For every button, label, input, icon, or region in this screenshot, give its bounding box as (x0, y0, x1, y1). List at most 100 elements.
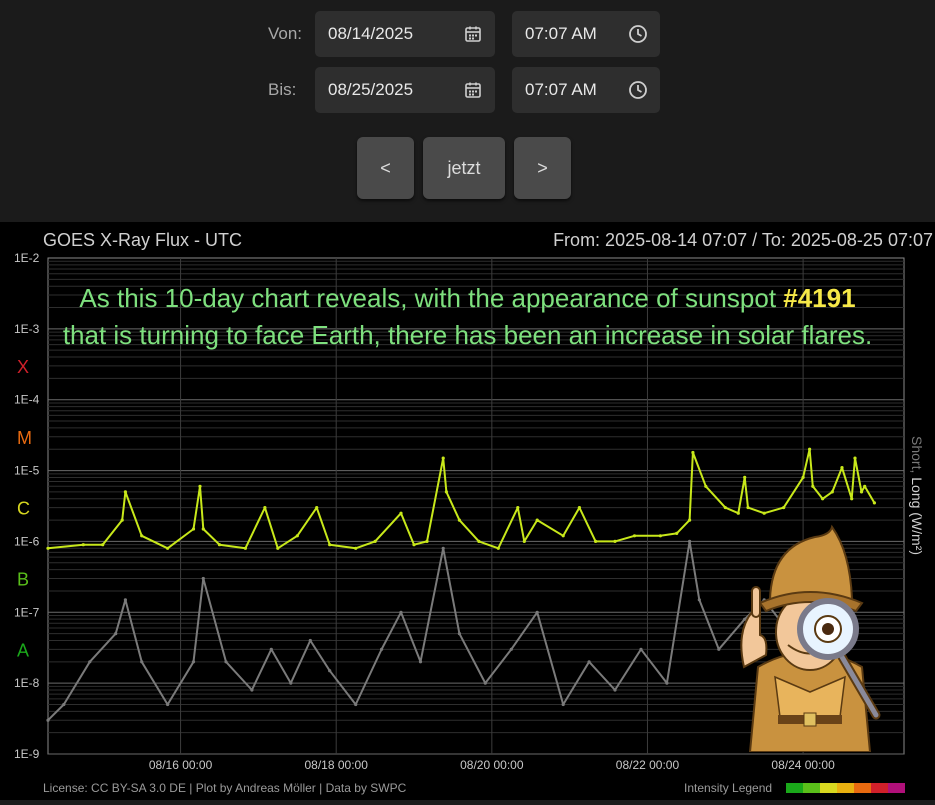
data-point-long (801, 475, 805, 479)
data-point-short (587, 660, 591, 664)
data-point-long (859, 490, 864, 494)
data-point-short (308, 638, 312, 643)
data-point-long (522, 539, 526, 543)
data-point-short (354, 702, 358, 707)
flare-class-label: C (17, 499, 30, 519)
data-point-short (224, 660, 228, 664)
y-tick-label: 1E-6 (14, 534, 40, 548)
annotation-caption: As this 10-day chart reveals, with the a… (60, 280, 875, 354)
y-label-short: Short (909, 436, 925, 470)
caption-text-after: that is turning to face Earth, there has… (62, 320, 873, 350)
data-point-short (457, 632, 461, 636)
calendar-icon[interactable] (463, 80, 483, 100)
data-point-short (509, 647, 513, 651)
from-time-input[interactable]: 07:07 AM (512, 11, 660, 57)
data-point-short (46, 718, 50, 722)
data-point-long (354, 546, 358, 550)
calendar-icon[interactable] (463, 24, 483, 44)
now-button[interactable]: jetzt (423, 137, 505, 199)
data-point-long (746, 506, 750, 510)
x-tick-labels: 08/16 00:00 08/18 00:00 08/20 00:00 08/22 0… (149, 758, 835, 772)
x-tick-label: 08/18 00:00 (304, 758, 368, 772)
xray-flux-chart: GOES X-Ray Flux - UTC From: 2025-08-14 0… (0, 222, 935, 800)
data-point-long (243, 546, 247, 550)
x-tick-label: 08/24 00:00 (771, 758, 835, 772)
data-point-long (704, 484, 708, 488)
data-point-short (639, 647, 643, 651)
data-point-short (140, 660, 144, 664)
data-point-long (516, 506, 520, 510)
data-point-long (496, 546, 500, 550)
to-time-value: 07:07 AM (525, 80, 597, 99)
data-point-long (853, 456, 857, 460)
prev-button[interactable]: < (357, 137, 414, 199)
data-point-long (632, 534, 637, 538)
to-label: Bis: (268, 80, 297, 99)
data-point-long (166, 546, 170, 550)
data-point-long (399, 511, 403, 515)
y-axis-label: Short, Long (W/m²) (909, 436, 925, 555)
data-point-short (191, 660, 196, 664)
data-point-long (457, 518, 461, 522)
data-point-long (782, 506, 786, 510)
x-tick-label: 08/16 00:00 (149, 758, 213, 772)
from-label: Von: (268, 24, 303, 43)
data-point-long (120, 518, 124, 522)
data-point-short (88, 660, 92, 664)
data-point-long (850, 497, 854, 501)
from-date-input[interactable]: 08/14/2025 (315, 11, 495, 57)
data-point-long (315, 506, 319, 510)
y-tick-label: 1E-8 (14, 676, 40, 690)
data-point-long (101, 543, 105, 547)
data-point-long (577, 506, 582, 510)
data-point-short (114, 632, 118, 636)
data-point-long (373, 539, 377, 543)
clock-icon[interactable] (628, 24, 648, 44)
to-date-input[interactable]: 08/25/2025 (315, 67, 495, 113)
data-point-long (276, 546, 280, 550)
data-point-long (594, 539, 598, 543)
y-label-sep: , (909, 469, 925, 477)
y-tick-label: 1E-2 (14, 251, 40, 265)
chart-title: GOES X-Ray Flux - UTC (43, 230, 242, 250)
data-point-long (840, 466, 844, 470)
data-point-long (328, 543, 332, 547)
data-point-long (736, 511, 740, 515)
data-point-short (166, 702, 170, 707)
data-point-long (723, 506, 727, 510)
data-point-long (561, 534, 565, 538)
to-time-input[interactable]: 07:07 AM (512, 67, 660, 113)
data-point-long (821, 497, 825, 501)
data-point-short (399, 610, 403, 614)
y-tick-label: 1E-4 (14, 393, 40, 407)
sunspot-highlight: #4191 (783, 283, 856, 313)
data-point-long (691, 450, 695, 455)
data-point-short (697, 598, 701, 602)
data-point-long (535, 518, 539, 522)
data-point-short (418, 660, 423, 664)
from-date-value: 08/14/2025 (328, 24, 414, 43)
data-point-long (412, 543, 416, 547)
data-point-long (140, 534, 144, 538)
data-point-short (380, 647, 384, 651)
data-point-short (269, 647, 273, 651)
data-point-long (201, 527, 205, 531)
flare-class-label: A (17, 640, 29, 660)
flare-class-label: B (17, 569, 29, 589)
next-button[interactable]: > (514, 137, 571, 199)
data-point-long (863, 484, 867, 488)
data-point-long (444, 490, 448, 494)
data-point-long (658, 534, 663, 538)
data-point-long (295, 534, 299, 538)
data-point-short (561, 702, 565, 707)
data-point-long (830, 490, 834, 494)
to-date-value: 08/25/2025 (328, 80, 414, 99)
data-point-short (483, 681, 487, 685)
y-tick-label: 1E-7 (14, 605, 40, 619)
chart-range: From: 2025-08-14 07:07 / To: 2025-08-25 … (553, 230, 933, 250)
clock-icon[interactable] (628, 80, 648, 100)
data-point-long (191, 527, 196, 531)
data-point-short (328, 669, 332, 673)
data-point-short (123, 598, 127, 602)
date-range-controls: Von: 08/14/2025 07:07 AM Bis: 08/25/2025 (0, 0, 935, 222)
